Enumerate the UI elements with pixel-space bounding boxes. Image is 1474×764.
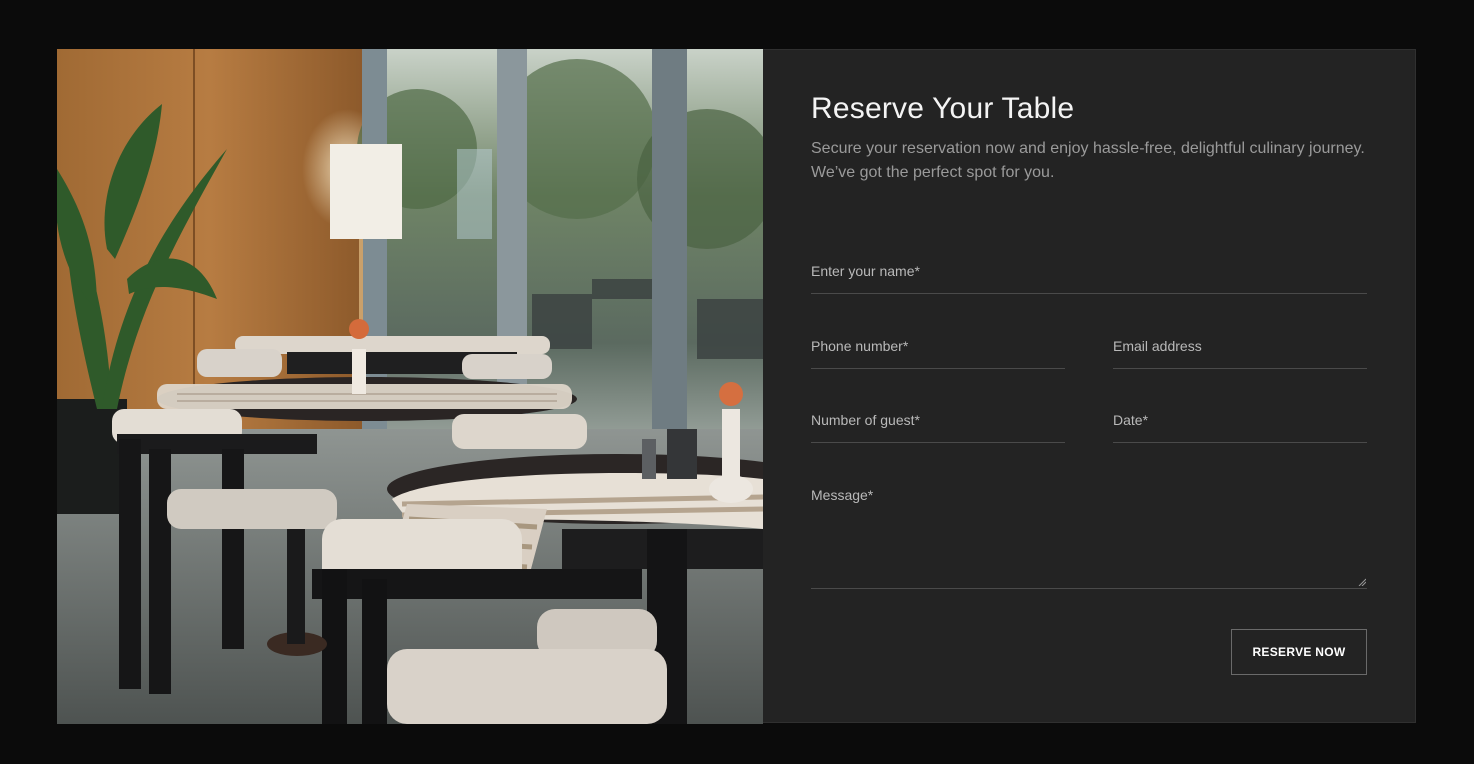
reservation-subtitle: Secure your reservation now and enjoy ha…: [811, 140, 1365, 181]
reservation-card: Reserve Your Table Secure your reservati…: [57, 49, 1416, 724]
restaurant-interior-illustration: [57, 49, 763, 724]
restaurant-interior-image: [57, 49, 763, 724]
reservation-title: Reserve Your Table: [811, 92, 1075, 125]
reserve-now-button[interactable]: RESERVE NOW: [1231, 629, 1367, 675]
phone-input[interactable]: [811, 338, 1069, 368]
guest-count-input[interactable]: [811, 412, 1069, 442]
name-field[interactable]: Enter your name*: [811, 263, 1371, 294]
resize-grip-icon[interactable]: [1358, 578, 1366, 586]
email-field[interactable]: Email address: [1113, 338, 1371, 369]
email-input[interactable]: [1113, 338, 1371, 368]
reservation-form: Reserve Your Table Secure your reservati…: [763, 50, 1415, 722]
date-input[interactable]: [1113, 412, 1371, 442]
phone-field[interactable]: Phone number*: [811, 338, 1069, 369]
name-input[interactable]: [811, 263, 1371, 293]
message-field[interactable]: Message*: [811, 487, 1371, 589]
date-field[interactable]: Date*: [1113, 412, 1371, 443]
guest-count-field[interactable]: Number of guest*: [811, 412, 1069, 443]
message-textarea[interactable]: [811, 487, 1371, 588]
